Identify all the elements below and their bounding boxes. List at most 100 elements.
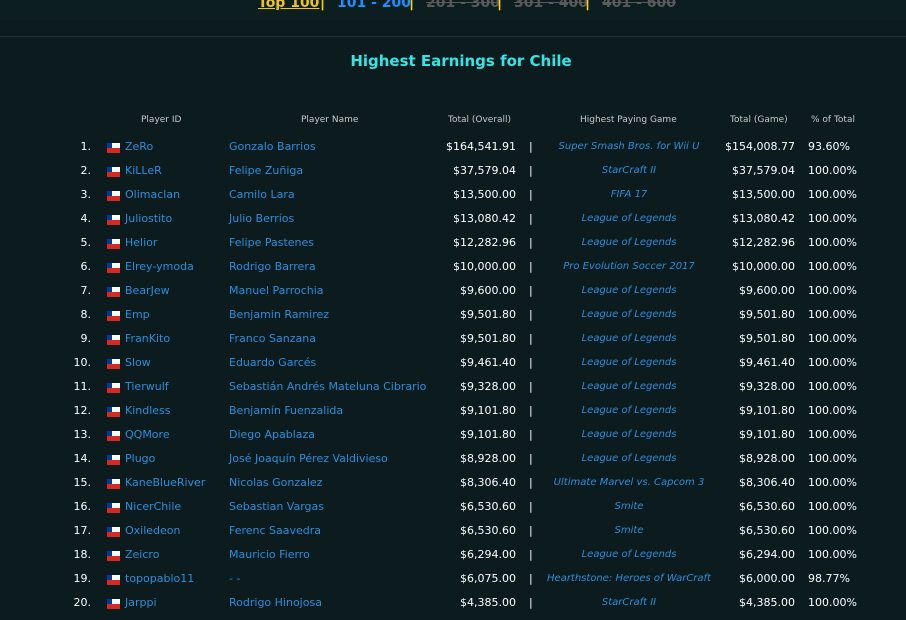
total-overall: $4,385.00 xyxy=(460,596,516,609)
total-game: $9,501.80 xyxy=(739,332,795,345)
total-game: $4,385.00 xyxy=(739,596,795,609)
rank: 19. xyxy=(73,572,92,585)
page-separator: | xyxy=(409,0,415,11)
player-id-link[interactable]: topopablo11 xyxy=(125,572,194,586)
highest-paying-game-link[interactable]: League of Legends xyxy=(540,548,718,562)
highest-paying-game-link[interactable]: StarCraft II xyxy=(540,164,718,178)
percent-of-total: 100.00% xyxy=(808,212,857,225)
player-name-link[interactable]: Gonzalo Barrios xyxy=(229,140,316,154)
player-name-link[interactable]: Sebastián Andrés Mateluna Cibrario xyxy=(229,380,426,394)
chile-flag-icon xyxy=(107,263,120,273)
player-name-link[interactable]: Benjamin Ramirez xyxy=(229,308,329,322)
highest-paying-game-link[interactable]: League of Legends xyxy=(540,428,718,442)
highest-paying-game-link[interactable]: League of Legends xyxy=(540,284,718,298)
total-game: $12,282.96 xyxy=(732,236,795,249)
player-id-link[interactable]: KiLLeR xyxy=(125,164,162,178)
column-separator: | xyxy=(529,452,533,465)
highest-paying-game-link[interactable]: FIFA 17 xyxy=(540,188,718,202)
percent-of-total: 100.00% xyxy=(808,428,857,441)
player-id-link[interactable]: Juliostito xyxy=(125,212,172,226)
page-link-top-100[interactable]: Top 100 xyxy=(258,0,319,11)
page-link-201-300: 201 - 300 xyxy=(426,0,501,11)
player-name-link[interactable]: Nicolas Gonzalez xyxy=(229,476,322,490)
column-separator: | xyxy=(529,380,533,393)
column-separator: | xyxy=(529,260,533,273)
player-id-link[interactable]: NicerChile xyxy=(125,500,181,514)
page-link-101-200[interactable]: 101 - 200 xyxy=(337,0,411,11)
player-name-link[interactable]: Benjamín Fuenzalida xyxy=(229,404,343,418)
rank: 13. xyxy=(73,428,92,441)
player-id-link[interactable]: Jarppi xyxy=(125,596,157,610)
player-id-link[interactable]: Oxiledeon xyxy=(125,524,181,538)
total-game: $10,000.00 xyxy=(732,260,795,273)
player-id-link[interactable]: ZeRo xyxy=(125,140,153,154)
total-game: $13,080.42 xyxy=(732,212,795,225)
total-overall: $9,600.00 xyxy=(460,284,516,297)
highest-paying-game-link[interactable]: League of Legends xyxy=(540,308,718,322)
player-id-link[interactable]: FranKito xyxy=(125,332,170,346)
player-id-link[interactable]: KaneBlueRiver xyxy=(125,476,205,490)
player-name-link[interactable]: Rodrigo Hinojosa xyxy=(229,596,322,610)
highest-paying-game-link[interactable]: League of Legends xyxy=(540,332,718,346)
player-name-link[interactable]: Ferenc Saavedra xyxy=(229,524,321,538)
percent-of-total: 100.00% xyxy=(808,524,857,537)
player-name-link[interactable]: Franco Sanzana xyxy=(229,332,316,346)
rank: 7. xyxy=(80,284,92,297)
player-name-link[interactable]: Manuel Parrochia xyxy=(229,284,324,298)
highest-paying-game-link[interactable]: Hearthstone: Heroes of WarCraft xyxy=(540,572,718,586)
chile-flag-icon xyxy=(107,479,120,489)
total-overall: $8,306.40 xyxy=(460,476,516,489)
highest-paying-game-link[interactable]: Super Smash Bros. for Wii U xyxy=(540,140,718,154)
highest-paying-game-link[interactable]: Smite xyxy=(540,500,718,514)
player-name-link[interactable]: Diego Apablaza xyxy=(229,428,315,442)
total-game: $6,000.00 xyxy=(739,572,795,585)
table-row: 5. Helior Felipe Pastenes $12,282.96 | League… xyxy=(0,236,906,260)
player-id-link[interactable]: Slow xyxy=(125,356,151,370)
player-id-link[interactable]: QQMore xyxy=(125,428,170,442)
player-id-link[interactable]: Emp xyxy=(125,308,150,322)
player-id-link[interactable]: Zeicro xyxy=(125,548,159,562)
player-name-link[interactable]: Sebastian Vargas xyxy=(229,500,324,514)
highest-paying-game-link[interactable]: Pro Evolution Soccer 2017 xyxy=(540,260,718,274)
player-name-link[interactable]: Rodrigo Barrera xyxy=(229,260,316,274)
player-name-link[interactable]: Felipe Zuñiga xyxy=(229,164,303,178)
percent-of-total: 100.00% xyxy=(808,452,857,465)
page-link-401-600: 401 - 600 xyxy=(602,0,677,11)
highest-paying-game-link[interactable]: League of Legends xyxy=(540,356,718,370)
highest-paying-game-link[interactable]: League of Legends xyxy=(540,452,718,466)
player-id-link[interactable]: Olimaclan xyxy=(125,188,180,202)
total-overall: $13,500.00 xyxy=(453,188,516,201)
table-row: 9. FranKito Franco Sanzana $9,501.80 | League… xyxy=(0,332,906,356)
player-name-link[interactable]: Camilo Lara xyxy=(229,188,295,202)
header-player-id: Player ID xyxy=(141,115,182,125)
player-id-link[interactable]: Tierwulf xyxy=(125,380,169,394)
player-id-link[interactable]: BearJew xyxy=(125,284,170,298)
chile-flag-icon xyxy=(107,359,120,369)
table-row: 2. KiLLeR Felipe Zuñiga $37,579.04 | StarCraf… xyxy=(0,164,906,188)
player-id-link[interactable]: Elrey-ymoda xyxy=(125,260,194,274)
player-name-link[interactable]: José Joaquín Pérez Valdivieso xyxy=(229,452,388,466)
highest-paying-game-link[interactable]: League of Legends xyxy=(540,236,718,250)
player-name-link[interactable]: Eduardo Garcés xyxy=(229,356,316,370)
rank: 11. xyxy=(73,380,92,393)
player-name-link[interactable]: Mauricio Fierro xyxy=(229,548,310,562)
player-id-link[interactable]: Plugo xyxy=(125,452,155,466)
chile-flag-icon xyxy=(107,167,120,177)
player-id-link[interactable]: Helior xyxy=(125,236,157,250)
highest-paying-game-link[interactable]: Smite xyxy=(540,524,718,538)
player-name-link[interactable]: - - xyxy=(229,572,240,586)
column-separator: | xyxy=(529,140,533,153)
highest-paying-game-link[interactable]: League of Legends xyxy=(540,404,718,418)
percent-of-total: 100.00% xyxy=(808,308,857,321)
highest-paying-game-link[interactable]: StarCraft II xyxy=(540,596,718,610)
highest-paying-game-link[interactable]: League of Legends xyxy=(540,380,718,394)
column-separator: | xyxy=(529,284,533,297)
chile-flag-icon xyxy=(107,239,120,249)
chile-flag-icon xyxy=(107,383,120,393)
player-id-link[interactable]: Kindless xyxy=(125,404,171,418)
total-game: $9,328.00 xyxy=(739,380,795,393)
highest-paying-game-link[interactable]: Ultimate Marvel vs. Capcom 3 xyxy=(540,476,718,490)
player-name-link[interactable]: Julio Berríos xyxy=(229,212,294,226)
highest-paying-game-link[interactable]: League of Legends xyxy=(540,212,718,226)
player-name-link[interactable]: Felipe Pastenes xyxy=(229,236,314,250)
